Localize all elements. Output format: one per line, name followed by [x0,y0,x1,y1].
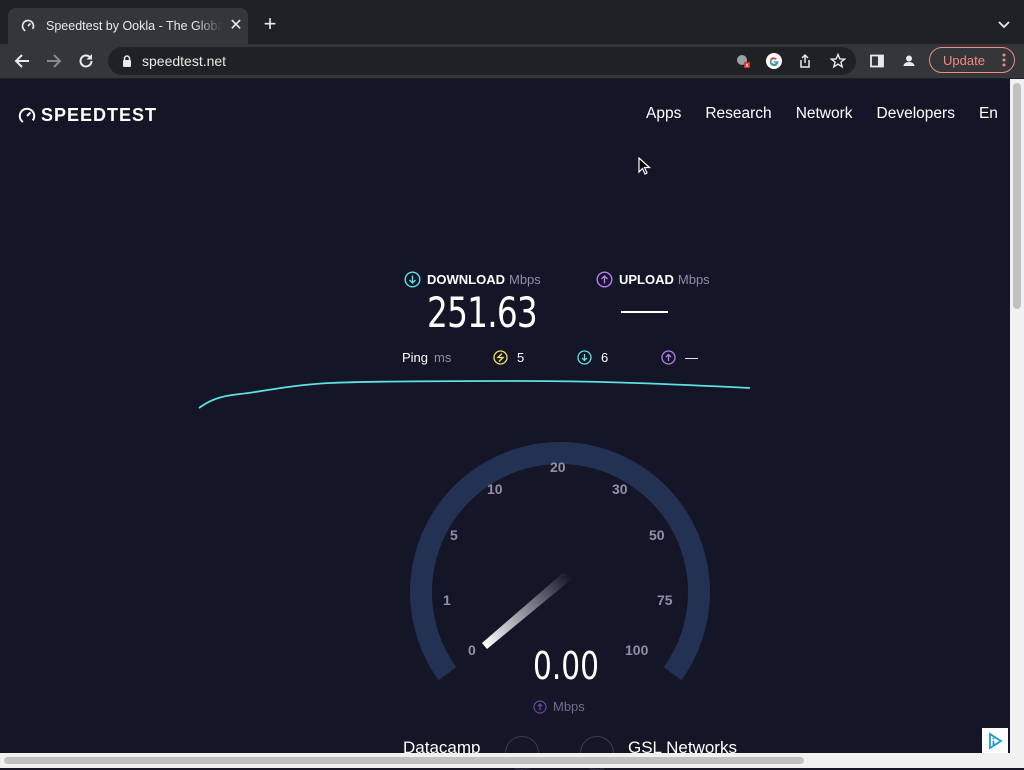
gauge-tick-1: 1 [443,592,451,608]
ping-upload-icon [661,350,676,365]
ping-idle-icon [493,350,508,365]
nav-item-research[interactable]: Research [705,105,771,123]
vertical-scrollbar[interactable] [1010,79,1024,753]
ping-label-group: Ping ms [402,350,451,365]
reload-icon[interactable] [74,49,98,73]
horizontal-scroll-thumb[interactable] [4,757,804,764]
ping-download: 6 [577,350,608,365]
new-tab-button[interactable]: + [258,13,282,37]
logo-wordmark: SPEEDTEST [41,105,158,125]
download-label: DOWNLOAD [427,272,505,287]
url-text: speedtest.net [142,53,227,69]
kebab-menu-icon[interactable] [1002,53,1006,70]
mouse-pointer-icon [638,157,652,175]
browser-toolbar: speedtest.net x Update [0,44,1024,79]
google-icon[interactable] [765,52,783,70]
nav-item-developers[interactable]: Developers [877,105,955,123]
ping-download-value: 6 [601,350,609,365]
download-label-group: DOWNLOAD Mbps [404,271,541,288]
tab-title: Speedtest by Ookla - The Global Broadban… [46,19,222,33]
nav-item-network[interactable]: Network [796,105,853,123]
upload-unit: Mbps [677,272,710,287]
horizontal-scrollbar[interactable] [0,753,1024,768]
upload-label-group: UPLOAD Mbps [596,271,710,288]
profile-avatar-icon[interactable] [900,52,918,70]
speedtest-page: SPEEDTEST Apps Research Network Develope… [0,79,1010,753]
update-label: Update [943,52,985,68]
bookmark-star-icon[interactable] [829,52,847,70]
main-nav: Apps Research Network Developers En [646,105,1010,123]
gauge-unit-group: Mbps [533,699,585,714]
adchoices-icon[interactable] [982,728,1008,754]
gauge-tick-30: 30 [612,481,628,497]
ping-idle-value: 5 [517,350,525,365]
upload-arrow-icon [596,271,613,288]
ping-unit: ms [434,350,452,365]
gauge-tick-0: 0 [468,642,476,658]
gauge-tick-50: 50 [649,527,665,543]
forward-arrow-icon[interactable] [42,49,66,73]
gauge-unit: Mbps [553,699,585,714]
gauge-tick-75: 75 [657,592,673,608]
gauge-tick-5: 5 [450,527,458,543]
share-icon[interactable] [796,52,814,70]
speedtest-logo-icon [18,107,36,124]
gauge-current-speed: 0.00 [533,644,599,688]
ping-label: Ping [402,350,429,365]
address-bar[interactable]: speedtest.net x [108,47,856,75]
update-button[interactable]: Update [929,47,1015,73]
nav-item-language[interactable]: En [979,105,998,123]
back-arrow-icon[interactable] [10,49,34,73]
download-arrow-icon [404,271,421,288]
download-unit: Mbps [509,272,541,287]
nav-item-apps[interactable]: Apps [646,105,681,123]
browser-tab[interactable]: Speedtest by Ookla - The Global Broadban… [8,8,248,44]
gauge-tick-20: 20 [550,459,566,475]
tab-close-icon[interactable]: ✕ [228,18,244,34]
download-value: 251.63 [427,288,538,337]
speedtest-favicon-icon [20,18,36,34]
speedtest-logo[interactable]: SPEEDTEST [18,105,157,126]
ping-upload-value: — [685,350,698,365]
gauge-upload-icon [533,699,547,714]
lock-icon[interactable] [120,54,134,68]
tab-search-chevron-icon[interactable] [996,16,1012,32]
upload-value-placeholder [621,311,668,313]
svg-text:x: x [745,62,749,69]
blocked-permission-icon[interactable]: x [734,52,752,70]
upload-label: UPLOAD [619,272,674,287]
gauge-tick-10: 10 [487,481,503,497]
ping-idle: 5 [493,350,524,365]
tab-strip: Speedtest by Ookla - The Global Broadban… [0,0,1024,44]
side-panel-icon[interactable] [868,52,886,70]
ping-download-icon [577,350,592,365]
gauge-tick-100: 100 [625,642,649,658]
vertical-scroll-thumb[interactable] [1013,83,1021,309]
ping-upload: — [661,350,698,365]
